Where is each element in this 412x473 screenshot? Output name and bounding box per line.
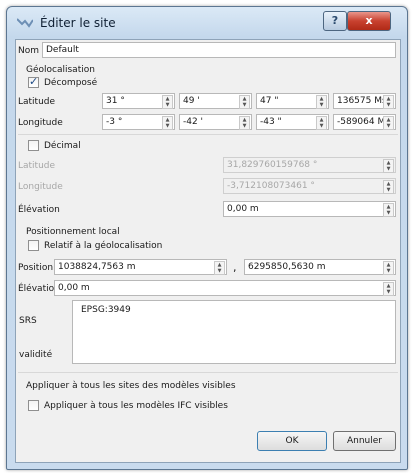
close-button[interactable]: x [347,11,391,31]
divider [18,134,398,135]
name-label: Nom [18,46,40,56]
local-elevation-value: 0,00 m [58,283,90,293]
position-separator: , [233,261,237,274]
longitude-seconds-value: -43 " [260,117,282,127]
help-button[interactable]: ? [323,11,347,31]
latitude-seconds-spinbox[interactable]: 47 " ▲ ▼ [256,93,329,109]
cancel-button[interactable]: Annuler [333,431,396,451]
longitude-decimal-spinbox: -3,712108073461 ° ▲ ▼ [223,178,396,194]
srs-value: EPSG:3949 [81,305,131,315]
spin-arrows-icon[interactable]: ▲ ▼ [162,116,173,130]
validity-label: validité [19,350,53,360]
decimal-checkbox[interactable] [28,140,39,151]
position-x-spinbox[interactable]: 1038824,7563 m ▲ ▼ [54,259,227,275]
longitude-ms-value: -589064 Ms [337,117,390,127]
spin-arrows-icon[interactable]: ▲ ▼ [316,116,327,130]
elevation-value: 0,00 m [227,204,259,214]
divider [18,372,398,373]
apply-ifc-checkbox[interactable] [28,400,39,411]
local-positioning-section-label: Positionnement local [26,227,120,237]
spin-arrows-icon[interactable]: ▲ ▼ [239,116,250,130]
longitude-decimal-label: Longitude [18,182,63,192]
ok-button[interactable]: OK [257,431,327,451]
name-value: Default [46,45,79,55]
check-icon: ✓ [29,75,39,88]
spin-arrows-icon[interactable]: ▲ ▼ [383,116,394,130]
position-label: Position [18,263,54,273]
decomposed-label: Décomposé [44,78,98,88]
elevation-spinbox[interactable]: 0,00 m ▲ ▼ [223,201,396,217]
position-y-spinbox[interactable]: 6295850,5630 m ▲ ▼ [244,259,396,275]
apply-ifc-label: Appliquer à tous les modèles IFC visible… [44,401,228,411]
apply-section-label: Appliquer à tous les sites des modèles v… [26,381,236,391]
spin-arrows-icon[interactable]: ▲ ▼ [214,261,225,275]
spin-arrows-icon[interactable]: ▲ ▼ [239,95,250,109]
spin-arrows-icon[interactable]: ▲ ▼ [162,95,173,109]
latitude-degrees-value: 31 ° [106,96,125,106]
app-icon [17,18,33,28]
latitude-seconds-value: 47 " [260,96,279,106]
longitude-seconds-spinbox[interactable]: -43 " ▲ ▼ [256,114,329,130]
latitude-ms-spinbox[interactable]: 136575 Ms ▲ ▼ [333,93,396,109]
latitude-minutes-value: 49 ' [183,96,200,106]
srs-label: SRS [19,316,37,326]
decomposed-checkbox[interactable]: ✓ [28,75,39,88]
decimal-label: Décimal [44,141,81,151]
latitude-ms-value: 136575 Ms [337,96,387,106]
longitude-ms-spinbox[interactable]: -589064 Ms ▲ ▼ [333,114,396,130]
window-title: Éditer le site [40,16,116,30]
latitude-label: Latitude [18,97,56,107]
spin-arrows-icon: ▲ ▼ [383,180,394,194]
title-bar: Éditer le site ? x [7,7,407,39]
longitude-minutes-spinbox[interactable]: -42 ' ▲ ▼ [179,114,252,130]
spin-arrows-icon[interactable]: ▲ ▼ [383,282,394,296]
relative-checkbox[interactable] [28,240,39,251]
spin-arrows-icon[interactable]: ▲ ▼ [383,261,394,275]
spin-arrows-icon[interactable]: ▲ ▼ [383,95,394,109]
latitude-decimal-label: Latitude [18,161,56,171]
longitude-minutes-value: -42 ' [183,117,204,127]
latitude-decimal-spinbox: 31,829760159768 ° ▲ ▼ [223,157,396,173]
latitude-minutes-spinbox[interactable]: 49 ' ▲ ▼ [179,93,252,109]
edit-site-dialog: Éditer le site ? x Nom Default Géolocali… [6,6,408,470]
latitude-decimal-value: 31,829760159768 ° [227,160,318,170]
longitude-decimal-value: -3,712108073461 ° [227,181,315,191]
relative-label: Relatif à la géolocalisation [44,241,163,251]
spin-arrows-icon[interactable]: ▲ ▼ [383,203,394,217]
spin-arrows-icon: ▲ ▼ [383,159,394,173]
longitude-label: Longitude [18,118,63,128]
longitude-degrees-spinbox[interactable]: -3 ° ▲ ▼ [102,114,175,130]
latitude-degrees-spinbox[interactable]: 31 ° ▲ ▼ [102,93,175,109]
local-elevation-spinbox[interactable]: 0,00 m ▲ ▼ [54,280,396,296]
srs-textarea[interactable]: EPSG:3949 [72,300,396,364]
spin-arrows-icon[interactable]: ▲ ▼ [316,95,327,109]
elevation-label: Élévation [18,205,60,215]
longitude-degrees-value: -3 ° [106,117,123,127]
position-y-value: 6295850,5630 m [248,262,326,272]
position-x-value: 1038824,7563 m [58,262,136,272]
dialog-body: Nom Default Géolocalisation ✓ Décomposé … [15,39,401,463]
name-input[interactable]: Default [42,42,396,58]
